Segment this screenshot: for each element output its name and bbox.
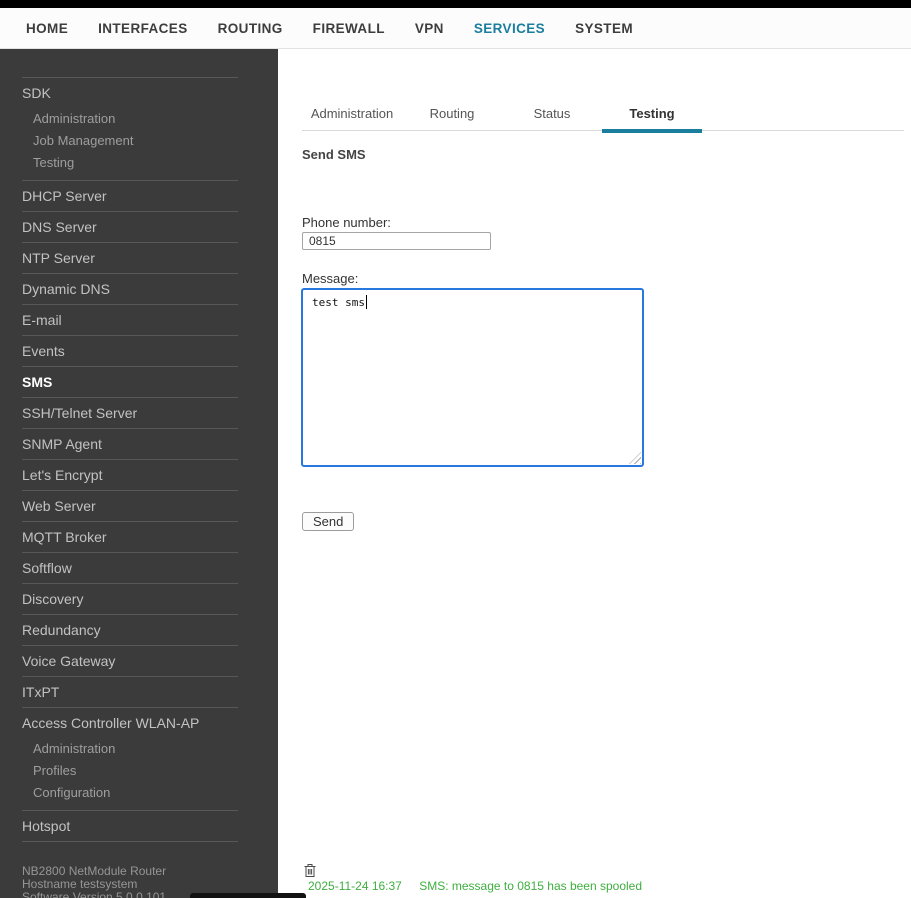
sidebar-divider bbox=[22, 841, 238, 842]
sidebar-item-redundancy[interactable]: Redundancy bbox=[0, 615, 278, 645]
sidebar-item-sdk[interactable]: SDK bbox=[0, 78, 278, 108]
sidebar-item-softflow[interactable]: Softflow bbox=[0, 553, 278, 583]
sidebar-menu: SDK Administration Job Management Testing DH… bbox=[0, 49, 278, 842]
sidebar-item-hotspot[interactable]: Hotspot bbox=[0, 811, 278, 841]
nav-item-interfaces[interactable]: INTERFACES bbox=[98, 21, 188, 36]
device-info-footer: NB2800 NetModule Router Hostname testsyst… bbox=[22, 865, 166, 898]
status-message: SMS: message to 0815 has been spooled bbox=[419, 879, 643, 893]
tab-testing[interactable]: Testing bbox=[602, 100, 702, 133]
sidebar-item-itxpt[interactable]: ITxPT bbox=[0, 677, 278, 707]
sidebar-item-job-management[interactable]: Job Management bbox=[0, 130, 278, 152]
sidebar-item-sms[interactable]: SMS bbox=[0, 367, 278, 397]
sidebar-item-snmp-agent[interactable]: SNMP Agent bbox=[0, 429, 278, 459]
sidebar-item-administration[interactable]: Administration bbox=[0, 108, 278, 130]
sidebar-item-discovery[interactable]: Discovery bbox=[0, 584, 278, 614]
message-label: Message: bbox=[302, 271, 359, 286]
sidebar-item-e-mail[interactable]: E-mail bbox=[0, 305, 278, 335]
sidebar-item-access-controller-wlan-ap[interactable]: Access Controller WLAN-AP bbox=[0, 708, 278, 738]
phone-number-input[interactable] bbox=[302, 232, 491, 250]
browser-status-overlay bbox=[190, 893, 306, 898]
sidebar-item-voice-gateway[interactable]: Voice Gateway bbox=[0, 646, 278, 676]
sms-spool-status: 2025-11-24 16:37 SMS: message to 0815 ha… bbox=[308, 879, 642, 893]
sidebar-item-configuration[interactable]: Configuration bbox=[0, 782, 278, 804]
sidebar-item-ssh-telnet-server[interactable]: SSH/Telnet Server bbox=[0, 398, 278, 428]
trash-icon[interactable] bbox=[303, 863, 317, 878]
sidebar-item-testing[interactable]: Testing bbox=[0, 152, 278, 174]
tab-status[interactable]: Status bbox=[502, 100, 602, 131]
nav-item-services[interactable]: SERVICES bbox=[474, 21, 545, 36]
nav-item-system[interactable]: SYSTEM bbox=[575, 21, 633, 36]
top-black-bar bbox=[0, 0, 911, 8]
send-button[interactable]: Send bbox=[302, 512, 355, 531]
tab-administration[interactable]: Administration bbox=[302, 100, 402, 131]
sidebar-item-let-s-encrypt[interactable]: Let's Encrypt bbox=[0, 460, 278, 490]
sidebar-item-events[interactable]: Events bbox=[0, 336, 278, 366]
nav-item-routing[interactable]: ROUTING bbox=[218, 21, 283, 36]
main-content: Administration Routing Status Testing Send … bbox=[278, 49, 911, 898]
sidebar-item-dns-server[interactable]: DNS Server bbox=[0, 212, 278, 242]
section-heading: Send SMS bbox=[302, 147, 366, 162]
sidebar-item-web-server[interactable]: Web Server bbox=[0, 491, 278, 521]
sidebar-item-mqtt-broker[interactable]: MQTT Broker bbox=[0, 522, 278, 552]
sidebar-item-dhcp-server[interactable]: DHCP Server bbox=[0, 181, 278, 211]
text-cursor bbox=[366, 295, 367, 309]
nav-item-vpn[interactable]: VPN bbox=[415, 21, 444, 36]
router-admin-page: HOME INTERFACES ROUTING FIREWALL VPN SERVICES… bbox=[0, 0, 911, 898]
services-sidebar: SDK Administration Job Management Testing DH… bbox=[0, 49, 278, 898]
message-textarea[interactable]: test sms bbox=[301, 288, 644, 467]
nav-item-firewall[interactable]: FIREWALL bbox=[313, 21, 385, 36]
sms-tab-bar: Administration Routing Status Testing bbox=[302, 100, 904, 133]
sidebar-item-dynamic-dns[interactable]: Dynamic DNS bbox=[0, 274, 278, 304]
status-timestamp: 2025-11-24 16:37 bbox=[308, 879, 402, 893]
device-info-line: Software Version 5.0.0.101 bbox=[22, 890, 167, 898]
sidebar-item-administration[interactable]: Administration bbox=[0, 738, 278, 760]
nav-item-home[interactable]: HOME bbox=[26, 21, 68, 36]
phone-number-label: Phone number: bbox=[302, 215, 391, 230]
sidebar-item-profiles[interactable]: Profiles bbox=[0, 760, 278, 782]
main-nav: HOME INTERFACES ROUTING FIREWALL VPN SERVICES… bbox=[0, 8, 911, 49]
tab-routing[interactable]: Routing bbox=[402, 100, 502, 131]
sidebar-item-ntp-server[interactable]: NTP Server bbox=[0, 243, 278, 273]
